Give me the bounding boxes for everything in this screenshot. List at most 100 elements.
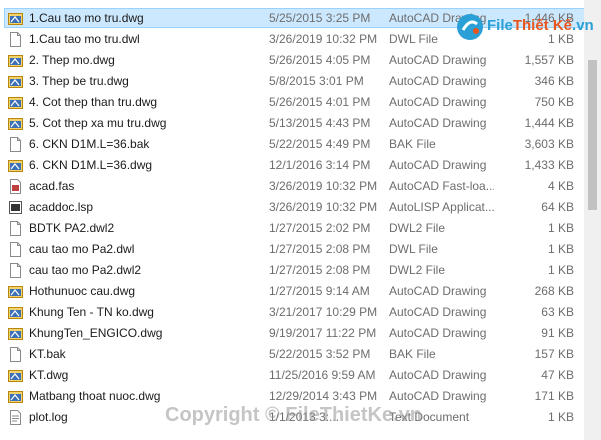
file-row[interactable]: KhungTen_ENGICO.dwg 9/19/2017 11:22 PM Aut… [0, 323, 601, 344]
file-type: AutoCAD Drawing [389, 284, 487, 298]
file-size: 1,557 KB [524, 53, 574, 67]
dwg-icon [8, 11, 23, 26]
file-date-modified: 5/26/2015 4:01 PM [269, 95, 371, 109]
file-size: 1 KB [547, 263, 574, 277]
filethietke-logo: FileThiết Kế.vn [455, 9, 595, 45]
file-size: 1,433 KB [524, 158, 574, 172]
file-row[interactable]: cau tao mo Pa2.dwl2 1/27/2015 2:08 PM DWL2… [0, 260, 601, 281]
file-name: 6. CKN D1M.L=36.dwg [29, 158, 153, 172]
file-name: Hothunuoc cau.dwg [29, 284, 136, 298]
dwg-icon [8, 95, 23, 110]
file-row[interactable]: 6. CKN D1M.L=36.bak 5/22/2015 4:49 PM BAK … [0, 134, 601, 155]
blank-file-icon [8, 347, 23, 362]
file-list: 1.Cau tao mo tru.dwg 5/25/2015 3:25 PM Aut… [0, 8, 601, 428]
file-date-modified: 5/25/2015 3:25 PM [269, 11, 371, 25]
file-row[interactable]: KT.bak 5/22/2015 3:52 PM BAK File 157 KB [0, 344, 601, 365]
file-size: 346 KB [534, 74, 574, 88]
file-type: AutoCAD Drawing [389, 116, 487, 130]
file-date-modified: 5/26/2015 4:05 PM [269, 53, 371, 67]
dwg-icon [8, 74, 23, 89]
file-name: cau tao mo Pa2.dwl [29, 242, 135, 256]
file-type: AutoCAD Drawing [389, 53, 487, 67]
logo-mark-icon [457, 14, 483, 40]
file-type: BAK File [389, 137, 436, 151]
file-name: Khung Ten - TN ko.dwg [29, 305, 154, 319]
file-type: AutoCAD Drawing [389, 368, 487, 382]
file-row[interactable]: 5. Cot thep xa mu tru.dwg 5/13/2015 4:43 … [0, 113, 601, 134]
file-name: cau tao mo Pa2.dwl2 [29, 263, 142, 277]
file-name: Matbang thoat nuoc.dwg [29, 389, 161, 403]
file-size: 3,603 KB [524, 137, 574, 151]
file-size: 1 KB [547, 242, 574, 256]
file-row[interactable]: Khung Ten - TN ko.dwg 3/21/2017 10:29 PM A… [0, 302, 601, 323]
file-row[interactable]: 4. Cot thep than tru.dwg 5/26/2015 4:01 P… [0, 92, 601, 113]
file-name: KT.dwg [29, 368, 69, 382]
logo-text-prefix: File [487, 17, 513, 34]
scrollbar-thumb[interactable] [588, 60, 597, 210]
file-date-modified: 11/25/2016 9:59 AM [269, 368, 376, 382]
file-name: 5. Cot thep xa mu tru.dwg [29, 116, 167, 130]
file-row[interactable]: BDTK PA2.dwl2 1/27/2015 2:02 PM DWL2 File 1… [0, 218, 601, 239]
file-row[interactable]: acaddoc.lsp 3/26/2019 10:32 PM AutoLISP Ap… [0, 197, 601, 218]
file-name: 2. Thep mo.dwg [29, 53, 115, 67]
dwg-icon [8, 284, 23, 299]
file-type: AutoCAD Drawing [389, 305, 487, 319]
file-date-modified: 5/22/2015 4:49 PM [269, 137, 371, 151]
file-type: AutoCAD Drawing [389, 326, 487, 340]
dwg-icon [8, 158, 23, 173]
file-date-modified: 3/21/2017 10:29 PM [269, 305, 378, 319]
file-type: AutoCAD Drawing [389, 74, 487, 88]
blank-file-icon [8, 137, 23, 152]
file-date-modified: 5/8/2015 3:01 PM [269, 74, 364, 88]
file-row[interactable]: cau tao mo Pa2.dwl 1/27/2015 2:08 PM DWL F… [0, 239, 601, 260]
file-size: 268 KB [534, 284, 574, 298]
logo-text-suffix: .vn [572, 17, 594, 34]
file-name: KhungTen_ENGICO.dwg [29, 326, 163, 340]
dwg-icon [8, 368, 23, 383]
file-type: AutoCAD Fast-loa... [389, 179, 494, 193]
file-row[interactable]: KT.dwg 11/25/2016 9:59 AM AutoCAD Drawing 4… [0, 365, 601, 386]
dwg-icon [8, 116, 23, 131]
file-date-modified: 1/27/2015 2:02 PM [269, 221, 371, 235]
file-date-modified: 12/1/2016 3:14 PM [269, 158, 371, 172]
dwg-icon [8, 53, 23, 68]
file-row[interactable]: 2. Thep mo.dwg 5/26/2015 4:05 PM AutoCAD D… [0, 50, 601, 71]
file-date-modified: 3/26/2019 10:32 PM [269, 200, 378, 214]
file-date-modified: 3/26/2019 10:32 PM [269, 179, 378, 193]
file-size: 157 KB [534, 347, 574, 361]
file-row[interactable]: Hothunuoc cau.dwg 1/27/2015 9:14 AM AutoCA… [0, 281, 601, 302]
file-name: 6. CKN D1M.L=36.bak [29, 137, 150, 151]
file-row[interactable]: 6. CKN D1M.L=36.dwg 12/1/2016 3:14 PM Auto… [0, 155, 601, 176]
file-date-modified: 1/27/2015 9:14 AM [269, 284, 370, 298]
file-name: 1.Cau tao mo tru.dwg [29, 11, 144, 25]
file-size: 1,444 KB [524, 116, 574, 130]
file-size: 91 KB [541, 326, 574, 340]
file-row[interactable]: 3. Thep be tru.dwg 5/8/2015 3:01 PM AutoCA… [0, 71, 601, 92]
blank-file-icon [8, 32, 23, 47]
blank-file-icon [8, 263, 23, 278]
file-type: AutoCAD Drawing [389, 158, 487, 172]
dwg-icon [8, 305, 23, 320]
dwg-icon [8, 389, 23, 404]
fas-file-icon [8, 179, 23, 194]
file-type: AutoLISP Applicat... [389, 200, 494, 214]
dwg-icon [8, 326, 23, 341]
blank-file-icon [8, 221, 23, 236]
file-name: acad.fas [29, 179, 75, 193]
file-size: 1 KB [547, 221, 574, 235]
logo-text: FileThiết Kế.vn [487, 17, 594, 34]
file-type: DWL2 File [389, 263, 446, 277]
lsp-file-icon [8, 200, 23, 215]
file-name: acaddoc.lsp [29, 200, 94, 214]
vertical-scrollbar[interactable] [584, 0, 601, 440]
file-row[interactable]: acad.fas 3/26/2019 10:32 PM AutoCAD Fast-l… [0, 176, 601, 197]
file-type: DWL File [389, 242, 438, 256]
logo-text-main: Thiết Kế [512, 17, 573, 34]
file-name: 3. Thep be tru.dwg [29, 74, 129, 88]
text-file-icon [8, 410, 23, 425]
file-date-modified: 5/22/2015 3:52 PM [269, 347, 371, 361]
file-size: 4 KB [547, 179, 574, 193]
file-name: 1.Cau tao mo tru.dwl [29, 32, 140, 46]
file-type: DWL2 File [389, 221, 446, 235]
file-date-modified: 5/13/2015 4:43 PM [269, 116, 371, 130]
